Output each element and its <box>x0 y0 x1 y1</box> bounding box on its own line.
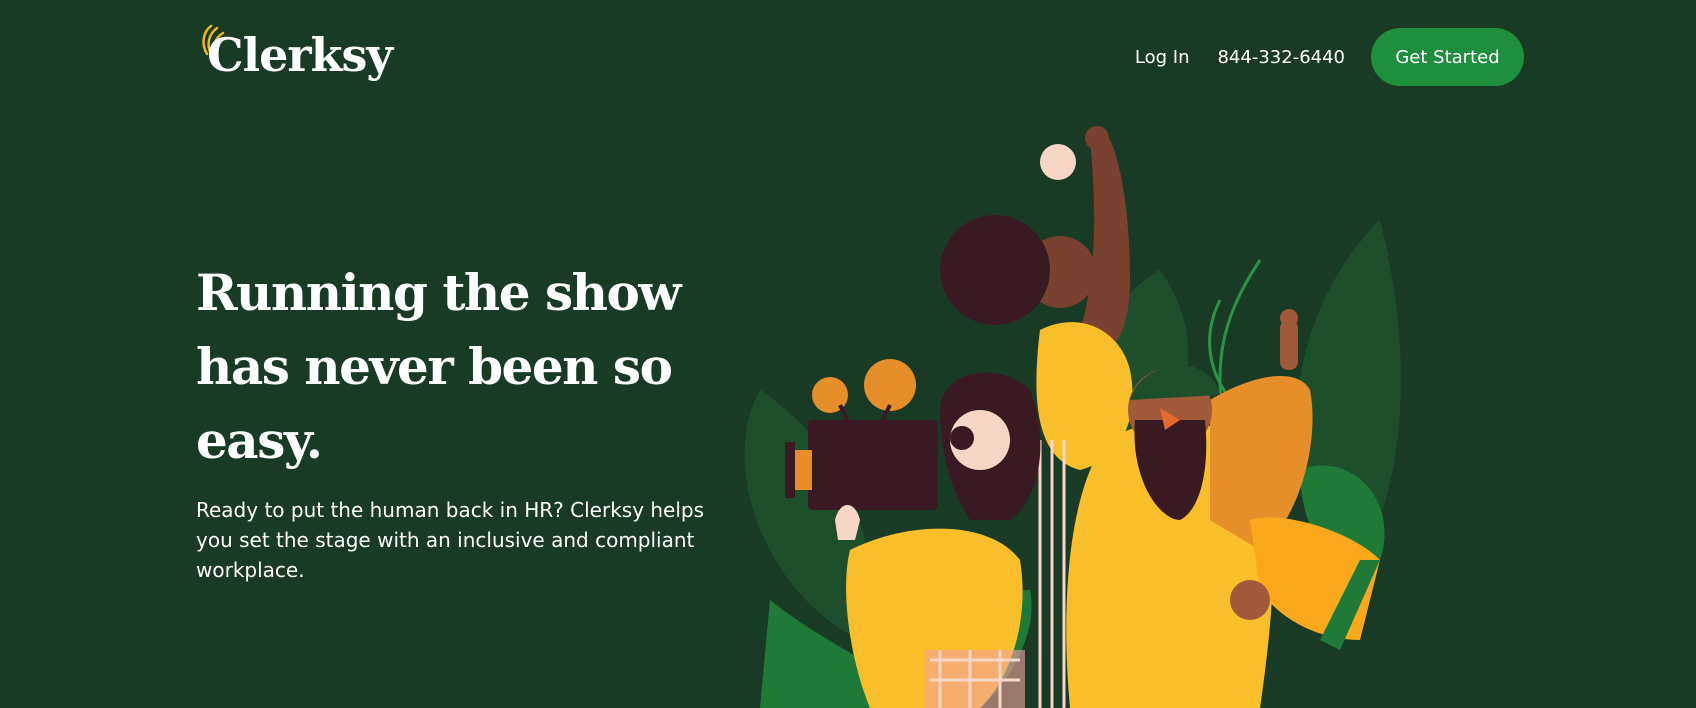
landing-page: Clerksy Log In 844-332-6440 Get Started … <box>0 0 1696 708</box>
site-header: Clerksy Log In 844-332-6440 Get Started <box>0 0 1696 115</box>
logo[interactable]: Clerksy <box>197 24 393 86</box>
main-nav: Log In 844-332-6440 Get Started <box>1135 28 1524 86</box>
hero-title: Running the show has never been so easy. <box>196 263 681 470</box>
phone-link[interactable]: 844-332-6440 <box>1217 47 1345 68</box>
login-link[interactable]: Log In <box>1135 47 1190 68</box>
hero-illustration <box>744 126 1401 708</box>
hero-subtitle: Ready to put the human back in HR? Clerk… <box>196 498 705 582</box>
get-started-button[interactable]: Get Started <box>1371 28 1524 86</box>
logo-text: Clerksy <box>207 28 393 82</box>
